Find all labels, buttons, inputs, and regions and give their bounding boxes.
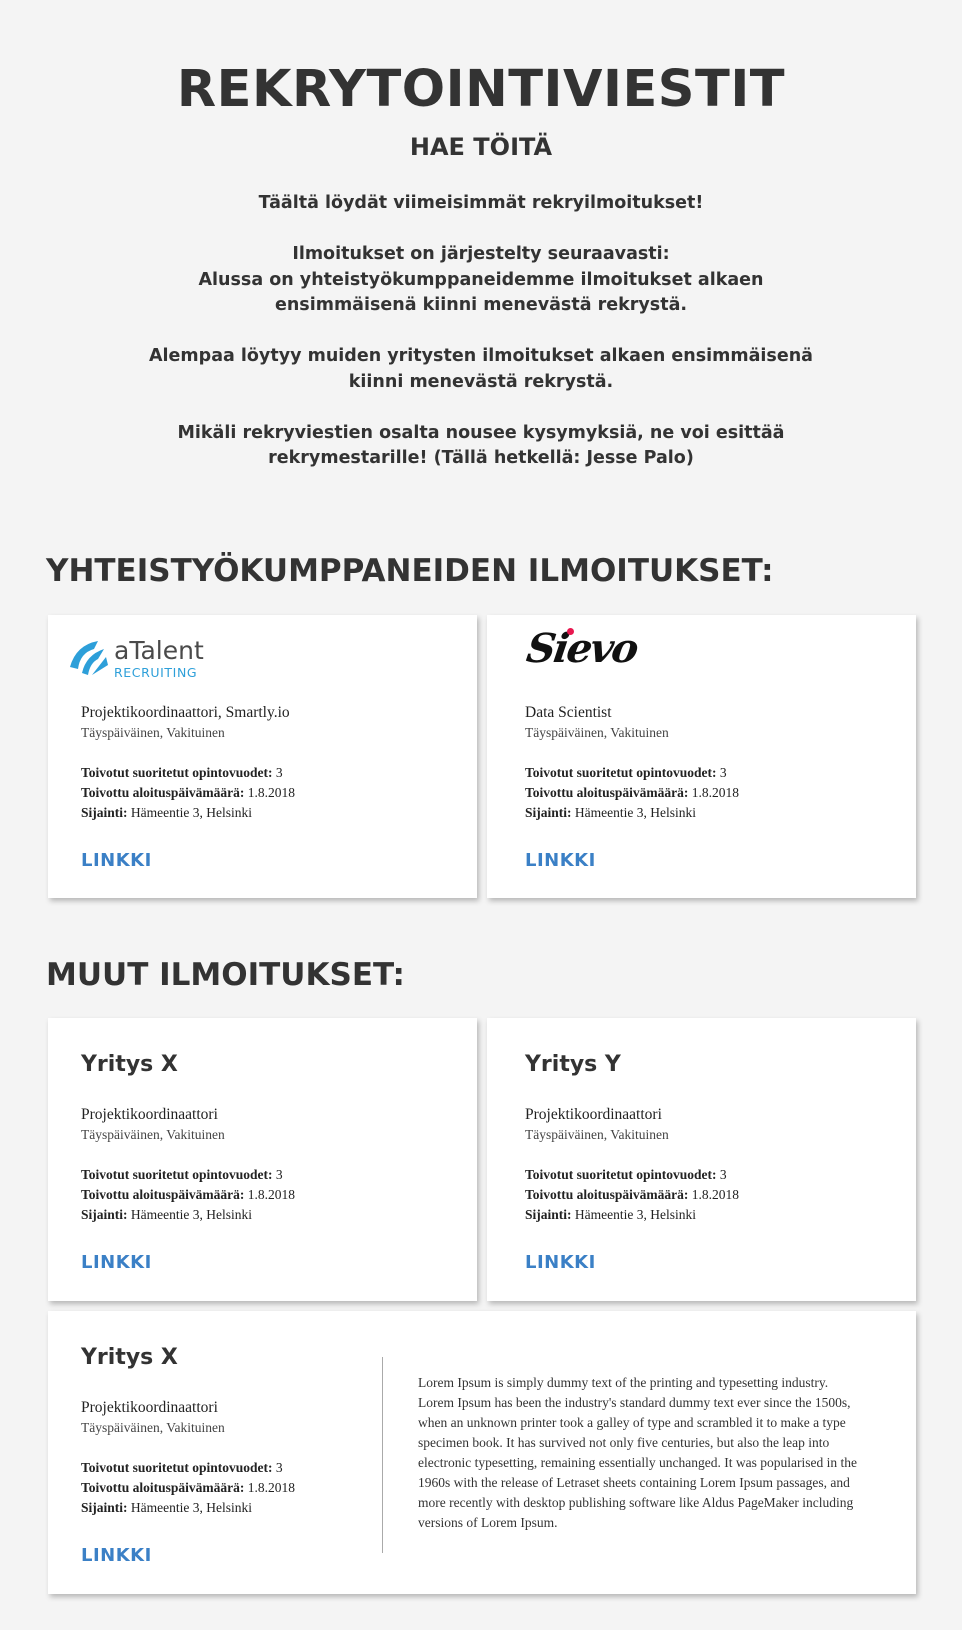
job-start-label: Toivottu aloituspäivämäärä: — [81, 785, 245, 800]
job-link[interactable]: LINKKI — [81, 850, 152, 871]
sievo-logo: Sievo — [524, 625, 640, 695]
job-type: Täyspäiväinen, Vakituinen — [525, 1127, 669, 1142]
atalent-logo: aTalent RECRUITING — [68, 635, 208, 705]
job-location-label: Sijainti: — [81, 1500, 128, 1515]
job-location-label: Sijainti: — [81, 805, 128, 820]
atalent-logo-sub: RECRUITING — [114, 665, 198, 680]
job-start: Toivottu aloituspäivämäärä: 1.8.2018 — [525, 1185, 739, 1205]
job-start-label: Toivottu aloituspäivämäärä: — [81, 1187, 245, 1202]
job-title: Projektikoordinaattori — [81, 1106, 218, 1123]
job-start-value: 1.8.2018 — [691, 1187, 740, 1202]
job-type: Täyspäiväinen, Vakituinen — [81, 1127, 225, 1142]
company-name: Yritys Y — [525, 1052, 621, 1077]
job-credits-value: 3 — [275, 1460, 283, 1475]
job-credits: Toivotut suoritetut opintovuodet: 3 — [81, 1165, 295, 1185]
job-location: Sijainti: Hämeentie 3, Helsinki — [81, 1498, 295, 1518]
intro-paragraph-4: Mikäli rekryviestien osalta nousee kysym… — [177, 422, 785, 469]
job-start: Toivottu aloituspäivämäärä: 1.8.2018 — [525, 783, 739, 803]
job-location-value: Hämeentie 3, Helsinki — [130, 1500, 252, 1515]
others-heading: MUUT ILMOITUKSET: — [46, 957, 405, 993]
job-credits: Toivotut suoritetut opintovuodet: 3 — [525, 1165, 739, 1185]
partner-card-sievo: Sievo Data Scientist Täyspäiväinen, Vaki… — [487, 615, 916, 898]
job-credits: Toivotut suoritetut opintovuodet: 3 — [81, 1458, 295, 1478]
job-start: Toivottu aloituspäivämäärä: 1.8.2018 — [81, 783, 295, 803]
job-start-label: Toivottu aloituspäivämäärä: — [525, 1187, 689, 1202]
company-name: Yritys X — [81, 1052, 178, 1077]
job-start-value: 1.8.2018 — [247, 1480, 296, 1495]
job-credits: Toivotut suoritetut opintovuodet: 3 — [525, 763, 739, 783]
job-link[interactable]: LINKKI — [525, 1252, 596, 1273]
job-location: Sijainti: Hämeentie 3, Helsinki — [525, 1205, 739, 1225]
other-card-yritys-y: Yritys Y Projektikoordinaattori Täyspäiv… — [487, 1018, 916, 1301]
job-start-value: 1.8.2018 — [247, 785, 296, 800]
intro-paragraph-2: Ilmoitukset on järjestelty seuraavasti: … — [130, 242, 832, 319]
job-location-value: Hämeentie 3, Helsinki — [574, 1207, 696, 1222]
job-credits-value: 3 — [275, 1167, 283, 1182]
company-name: Yritys X — [81, 1345, 178, 1370]
job-location: Sijainti: Hämeentie 3, Helsinki — [525, 803, 739, 823]
job-type: Täyspäiväinen, Vakituinen — [81, 1420, 225, 1435]
job-credits-label: Toivotut suoritetut opintovuodet: — [81, 1460, 273, 1475]
job-description: Lorem Ipsum is simply dummy text of the … — [418, 1375, 857, 1530]
job-start-value: 1.8.2018 — [247, 1187, 296, 1202]
job-location-value: Hämeentie 3, Helsinki — [574, 805, 696, 820]
intro-paragraph-1: Täältä löydät viimeisimmät rekryilmoituk… — [258, 193, 704, 213]
other-card-yritys-x: Yritys X Projektikoordinaattori Täyspäiv… — [48, 1018, 477, 1301]
job-details: Projektikoordinaattori Täyspäiväinen, Va… — [81, 1105, 295, 1225]
job-title: Projektikoordinaattori — [525, 1106, 662, 1123]
job-credits-value: 3 — [719, 765, 727, 780]
job-credits-label: Toivotut suoritetut opintovuodet: — [81, 1167, 273, 1182]
intro-paragraph-2-line-1: Ilmoitukset on järjestelty seuraavasti: — [292, 244, 670, 264]
job-credits-label: Toivotut suoritetut opintovuodet: — [525, 1167, 717, 1182]
intro-paragraph-2-line-2: Alussa on yhteistyökumppaneidemme ilmoit… — [198, 269, 764, 316]
partner-card-atalent: aTalent RECRUITING Projektikoordinaattor… — [48, 615, 477, 898]
page-title: REKRYTOINTIVIESTIT — [176, 60, 786, 119]
job-details: Data Scientist Täyspäiväinen, Vakituinen… — [525, 703, 739, 823]
job-details: Projektikoordinaattori, Smartly.io Täysp… — [81, 703, 295, 823]
job-start-value: 1.8.2018 — [691, 785, 740, 800]
job-start-label: Toivottu aloituspäivämäärä: — [81, 1480, 245, 1495]
job-location-value: Hämeentie 3, Helsinki — [130, 805, 252, 820]
job-location-label: Sijainti: — [525, 1207, 572, 1222]
other-card-wide: Yritys X Projektikoordinaattori Täyspäiv… — [48, 1311, 916, 1594]
atalent-logo-word: aTalent — [114, 636, 204, 665]
job-title: Projektikoordinaattori — [81, 1399, 218, 1416]
job-details: Projektikoordinaattori Täyspäiväinen, Va… — [525, 1105, 739, 1225]
job-link[interactable]: LINKKI — [81, 1252, 152, 1273]
job-start: Toivottu aloituspäivämäärä: 1.8.2018 — [81, 1185, 295, 1205]
card-divider — [382, 1357, 383, 1553]
sievo-logo-dot — [567, 628, 574, 635]
job-link[interactable]: LINKKI — [81, 1545, 152, 1566]
job-type: Täyspäiväinen, Vakituinen — [81, 725, 225, 740]
job-start-label: Toivottu aloituspäivämäärä: — [525, 785, 689, 800]
job-location-value: Hämeentie 3, Helsinki — [130, 1207, 252, 1222]
job-credits-label: Toivotut suoritetut opintovuodet: — [81, 765, 273, 780]
intro-text: Täältä löydät viimeisimmät rekryilmoituk… — [130, 191, 832, 497]
job-credits-label: Toivotut suoritetut opintovuodet: — [525, 765, 717, 780]
page-subtitle: HAE TÖITÄ — [409, 133, 553, 161]
job-details: Projektikoordinaattori Täyspäiväinen, Va… — [81, 1398, 295, 1518]
intro-paragraph-3: Alempaa löytyy muiden yritysten ilmoituk… — [149, 346, 813, 392]
job-location-label: Sijainti: — [525, 805, 572, 820]
job-credits: Toivotut suoritetut opintovuodet: 3 — [81, 763, 295, 783]
partners-heading: YHTEISTYÖKUMPPANEIDEN ILMOITUKSET: — [46, 553, 774, 589]
job-credits-value: 3 — [275, 765, 283, 780]
job-type: Täyspäiväinen, Vakituinen — [525, 725, 669, 740]
job-start: Toivottu aloituspäivämäärä: 1.8.2018 — [81, 1478, 295, 1498]
job-credits-value: 3 — [719, 1167, 727, 1182]
job-title: Projektikoordinaattori, Smartly.io — [81, 704, 290, 721]
job-location: Sijainti: Hämeentie 3, Helsinki — [81, 803, 295, 823]
job-location-label: Sijainti: — [81, 1207, 128, 1222]
sievo-logo-word: Sievo — [523, 625, 640, 672]
job-link[interactable]: LINKKI — [525, 850, 596, 871]
job-title: Data Scientist — [525, 704, 612, 721]
job-location: Sijainti: Hämeentie 3, Helsinki — [81, 1205, 295, 1225]
